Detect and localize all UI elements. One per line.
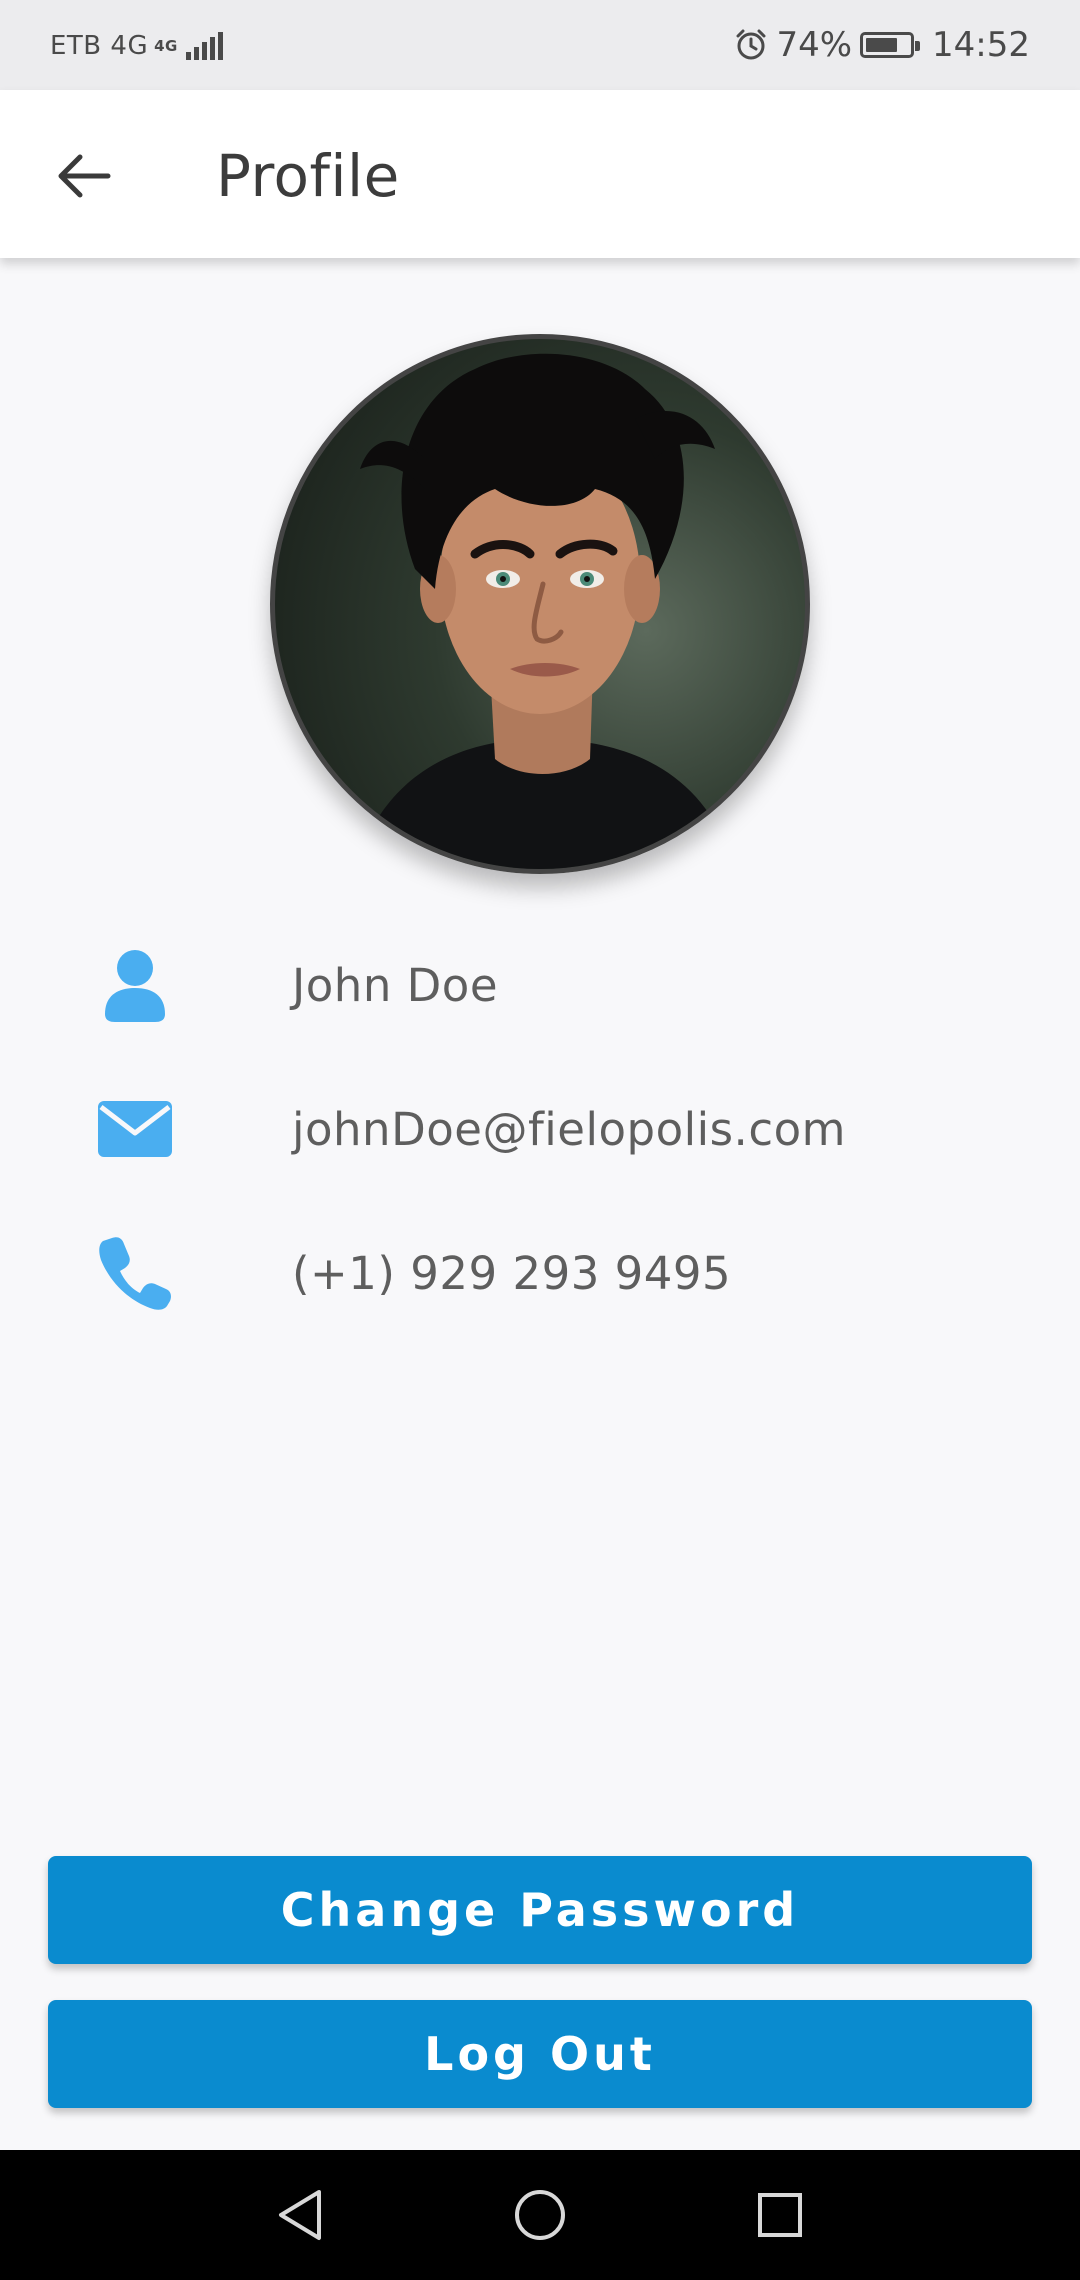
person-icon xyxy=(96,946,174,1024)
status-left: ETB 4G 4G xyxy=(50,28,223,64)
nav-back-button[interactable] xyxy=(265,2180,335,2250)
envelope-icon xyxy=(96,1090,174,1168)
battery-percent: 74% xyxy=(776,25,853,65)
arrow-left-icon xyxy=(58,154,111,198)
avatar-portrait xyxy=(355,353,735,869)
log-out-button[interactable]: Log Out xyxy=(48,2000,1032,2108)
profile-avatar xyxy=(270,334,810,874)
circle-home-icon xyxy=(515,2190,565,2240)
square-recents-icon xyxy=(758,2193,802,2237)
signal-icon xyxy=(185,32,223,60)
battery-fill xyxy=(866,38,898,52)
back-button[interactable] xyxy=(42,134,126,218)
info-row-phone: (+1) 929 293 9495 xyxy=(0,1218,1080,1328)
battery-icon xyxy=(860,32,921,58)
phone-icon xyxy=(96,1234,174,1312)
info-row-name: John Doe xyxy=(0,930,1080,1040)
network-badge: 4G xyxy=(154,36,178,55)
profile-email: johnDoe@fielopolis.com xyxy=(292,1102,846,1156)
status-right: 74% 14:52 xyxy=(734,22,1030,68)
triangle-back-icon xyxy=(279,2190,321,2240)
profile-screen: ETB 4G 4G 74% 14:52 Profile John Doe joh… xyxy=(0,0,1080,2280)
status-bar: ETB 4G 4G 74% 14:52 xyxy=(0,0,1080,90)
clock: 14:52 xyxy=(932,25,1030,65)
change-password-button[interactable]: Change Password xyxy=(48,1856,1032,1964)
info-row-email: johnDoe@fielopolis.com xyxy=(0,1074,1080,1184)
system-nav-bar xyxy=(0,2150,1080,2280)
app-bar: Profile xyxy=(0,90,1080,258)
page-title: Profile xyxy=(216,142,400,210)
profile-name: John Doe xyxy=(292,958,499,1012)
carrier-label: ETB 4G xyxy=(50,31,149,61)
profile-phone: (+1) 929 293 9495 xyxy=(292,1246,732,1300)
nav-recents-button[interactable] xyxy=(745,2180,815,2250)
alarm-icon xyxy=(736,29,766,60)
nav-home-button[interactable] xyxy=(505,2180,575,2250)
